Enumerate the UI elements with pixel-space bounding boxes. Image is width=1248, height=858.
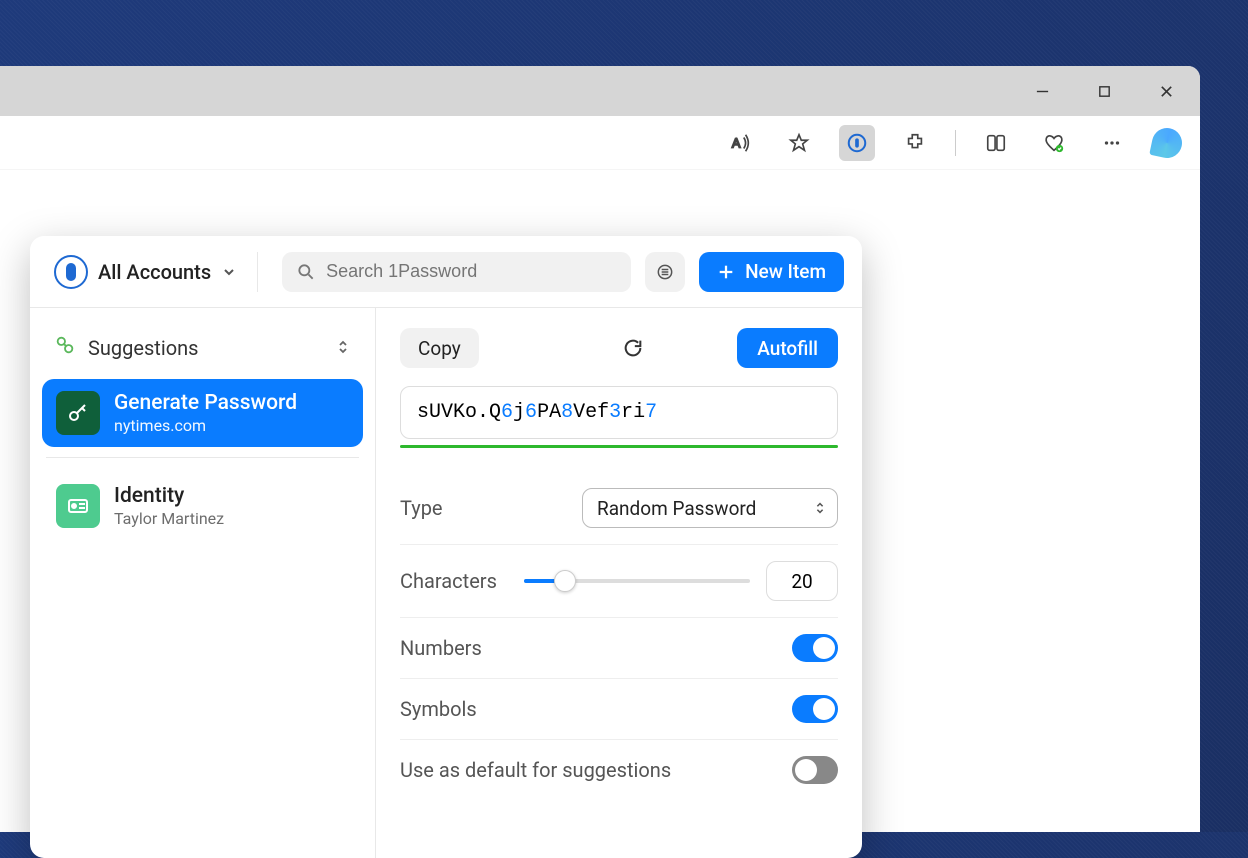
favorite-star-icon[interactable]	[781, 125, 817, 161]
more-menu-icon[interactable]	[1094, 125, 1130, 161]
characters-label: Characters	[400, 569, 497, 593]
characters-row: Characters 20	[400, 545, 838, 618]
chevron-down-icon	[221, 264, 237, 280]
sidebar-item-title: Identity	[114, 484, 224, 509]
numbers-row: Numbers	[400, 618, 838, 679]
sidebar-item-subtitle: Taylor Martinez	[114, 509, 224, 528]
account-selector[interactable]: All Accounts	[48, 251, 243, 293]
type-select[interactable]: Random Password	[582, 488, 838, 528]
sidebar-item-identity[interactable]: Identity Taylor Martinez	[42, 472, 363, 540]
refresh-button[interactable]	[613, 328, 653, 368]
header-divider	[257, 252, 258, 292]
minimize-button[interactable]	[1026, 75, 1058, 107]
onepassword-logo-icon	[54, 255, 88, 289]
generated-password[interactable]: sUVKo.Q6j6PA8Vef3ri7	[400, 386, 838, 439]
expand-icon	[335, 336, 351, 360]
refresh-icon	[622, 337, 644, 359]
toolbar-divider	[955, 130, 956, 156]
key-icon	[56, 391, 100, 435]
type-label: Type	[400, 496, 443, 520]
onepassword-popup: All Accounts New Item	[30, 236, 862, 858]
symbols-label: Symbols	[400, 697, 477, 721]
default-label: Use as default for suggestions	[400, 758, 671, 782]
popup-body: Suggestions Generate Password nytimes.co…	[30, 308, 862, 858]
suggestions-label: Suggestions	[88, 336, 198, 360]
search-input[interactable]	[326, 261, 617, 282]
suggestions-header[interactable]: Suggestions	[42, 326, 363, 379]
updown-icon	[813, 497, 827, 520]
numbers-label: Numbers	[400, 636, 482, 660]
onepassword-extension-icon[interactable]	[839, 125, 875, 161]
sidebar-item-subtitle: nytimes.com	[114, 416, 297, 435]
suggestions-icon	[54, 334, 76, 361]
identity-icon	[56, 484, 100, 528]
popup-header: All Accounts New Item	[30, 236, 862, 308]
sidebar-item-generate-password[interactable]: Generate Password nytimes.com	[42, 379, 363, 447]
split-screen-icon[interactable]	[978, 125, 1014, 161]
default-row: Use as default for suggestions	[400, 740, 838, 800]
search-box[interactable]	[282, 252, 631, 292]
browser-toolbar: A	[0, 116, 1200, 170]
health-icon[interactable]	[1036, 125, 1072, 161]
list-view-button[interactable]	[645, 252, 685, 292]
numbers-toggle[interactable]	[792, 634, 838, 662]
read-aloud-icon[interactable]: A	[723, 125, 759, 161]
window-titlebar	[0, 66, 1200, 116]
sidebar-divider	[46, 457, 359, 458]
characters-slider[interactable]	[524, 579, 750, 583]
svg-text:A: A	[732, 135, 741, 150]
default-toggle[interactable]	[792, 756, 838, 784]
strength-bar	[400, 445, 838, 448]
maximize-button[interactable]	[1088, 75, 1120, 107]
search-icon	[296, 262, 316, 282]
symbols-toggle[interactable]	[792, 695, 838, 723]
browser-window: A All Accounts	[0, 66, 1200, 832]
new-item-button[interactable]: New Item	[699, 252, 844, 292]
characters-count[interactable]: 20	[766, 561, 838, 601]
slider-thumb[interactable]	[554, 570, 576, 592]
copilot-icon[interactable]	[1149, 125, 1185, 161]
new-item-label: New Item	[745, 260, 826, 283]
type-row: Type Random Password	[400, 472, 838, 545]
autofill-button[interactable]: Autofill	[737, 328, 838, 368]
symbols-row: Symbols	[400, 679, 838, 740]
extensions-icon[interactable]	[897, 125, 933, 161]
close-button[interactable]	[1150, 75, 1182, 107]
detail-actions: Copy Autofill	[400, 328, 838, 368]
copy-button[interactable]: Copy	[400, 328, 479, 368]
plus-icon	[717, 263, 735, 281]
detail-pane: Copy Autofill sUVKo.Q6j6PA8Vef3ri7 Type …	[376, 308, 862, 858]
account-label: All Accounts	[98, 260, 211, 284]
sidebar-item-title: Generate Password	[114, 391, 297, 416]
sidebar: Suggestions Generate Password nytimes.co…	[30, 308, 376, 858]
